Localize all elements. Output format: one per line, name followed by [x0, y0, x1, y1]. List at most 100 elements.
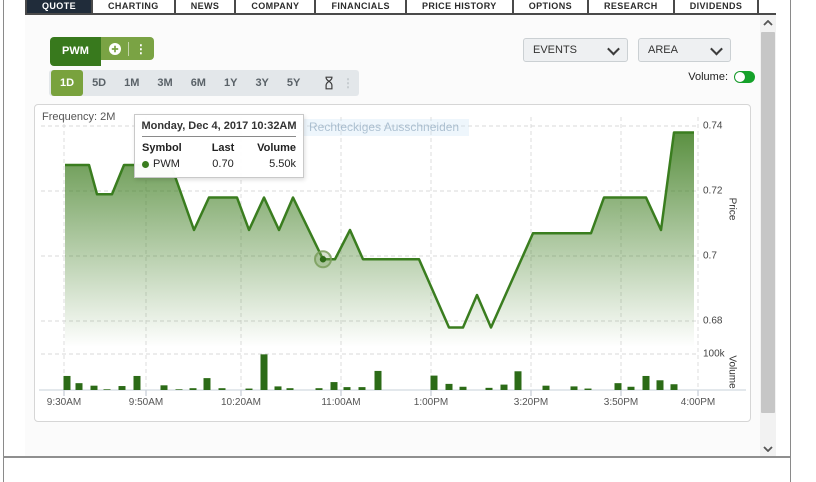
volume-bar [446, 384, 453, 390]
volume-bar [359, 387, 366, 390]
tooltip-table: Symbol Last Volume PWM 0.70 5.50k [135, 137, 303, 177]
tab-charting[interactable]: CHARTING [91, 0, 174, 13]
volume-bar [104, 389, 111, 390]
volume-bar [515, 371, 522, 390]
volume-bar [643, 376, 650, 390]
symbol-menu-icon[interactable]: ⋮ [135, 43, 147, 55]
chart-tooltip: Monday, Dec 4, 2017 10:32AM Symbol Last … [134, 114, 304, 178]
volume-bar [64, 376, 71, 390]
volume-bar [190, 388, 197, 390]
price-axis-title: Price [727, 198, 738, 221]
x-axis-label: 4:00PM [681, 397, 715, 408]
tab-financials[interactable]: FINANCIALS [314, 0, 405, 13]
panel-bottom-rule [3, 456, 790, 458]
price-axis-label: 0.74 [703, 121, 722, 132]
range-button-6m[interactable]: 6M [182, 70, 215, 96]
volume-bar [344, 387, 351, 390]
volume-bar [460, 387, 467, 390]
tooltip-date: Monday, Dec 4, 2017 10:32AM [135, 115, 303, 136]
range-button-3m[interactable]: 3M [148, 70, 181, 96]
volume-bar [571, 386, 578, 390]
range-button-1m[interactable]: 1M [115, 70, 148, 96]
chevron-down-icon [710, 42, 723, 55]
tooltip-last: 0.70 [202, 158, 244, 170]
snip-watermark: Rechteckiges Ausschneiden [283, 119, 469, 136]
volume-bar [671, 384, 678, 390]
range-button-3y[interactable]: 3Y [246, 70, 277, 96]
scrollbar-down-button[interactable] [760, 441, 776, 456]
tooltip-symbol: PWM [153, 158, 180, 170]
page-right-border [790, 0, 791, 482]
events-dropdown[interactable]: EVENTS [523, 38, 628, 62]
volume-bar [176, 389, 183, 390]
scrollbar-up-button[interactable] [760, 15, 776, 30]
volume-axis-label: 100k [703, 349, 725, 360]
symbol-button-group: PWM ⋮ [50, 37, 154, 66]
selected-point-dot [320, 256, 326, 262]
volume-toggle-label: Volume: [688, 71, 728, 83]
range-button-5d[interactable]: 5D [83, 70, 115, 96]
hourglass-icon[interactable] [323, 76, 335, 90]
area-dropdown[interactable]: AREA [638, 38, 731, 62]
tab-quote[interactable]: QUOTE [25, 0, 91, 13]
volume-bar [543, 386, 550, 390]
tools-menu-icon[interactable]: ⋮ [342, 77, 354, 89]
volume-bar [628, 387, 635, 390]
volume-toggle-row: Volume: [625, 71, 755, 83]
x-axis-label: 9:50AM [129, 397, 163, 408]
chevron-up-icon [763, 20, 773, 26]
range-button-5y[interactable]: 5Y [278, 70, 309, 96]
price-axis-label: 0.7 [703, 251, 717, 262]
scrollbar[interactable] [760, 15, 776, 456]
volume-bar [585, 389, 592, 390]
volume-bar [431, 376, 438, 390]
volume-bar [119, 386, 126, 390]
tab-options[interactable]: OPTIONS [512, 0, 587, 13]
x-axis-label: 10:20AM [221, 397, 261, 408]
scrollbar-thumb[interactable] [761, 32, 775, 413]
add-symbol-icon[interactable] [108, 42, 122, 56]
volume-bar [486, 388, 493, 390]
x-axis-label: 1:00PM [414, 397, 448, 408]
volume-bar [275, 386, 282, 390]
volume-bar [204, 378, 211, 390]
volume-bar [76, 383, 83, 390]
quote-panel: PWM ⋮ 1D5D1M3M6M1Y3Y5Y10Y ⋮ EVENTS AREA … [25, 15, 776, 456]
toggle-knob [735, 72, 745, 82]
volume-bar [375, 371, 382, 390]
volume-bar [161, 385, 168, 390]
volume-bar [246, 389, 253, 390]
volume-bar [316, 388, 323, 390]
tab-price-history[interactable]: PRICE HISTORY [405, 0, 512, 13]
range-button-1y[interactable]: 1Y [215, 70, 246, 96]
volume-bar [615, 383, 622, 390]
x-axis-label: 9:30AM [47, 397, 81, 408]
watermark-text: Rechteckiges Ausschneiden [309, 120, 459, 134]
tooltip-col-last: Last [202, 142, 244, 154]
tab-bar: QUOTECHARTINGNEWSCOMPANYFINANCIALSPRICE … [25, 0, 776, 15]
series-dot-icon [142, 161, 149, 168]
volume-bar [219, 388, 226, 390]
frequency-label: Frequency: 2M [42, 111, 115, 123]
range-button-1d[interactable]: 1D [51, 70, 83, 96]
symbol-button[interactable]: PWM [50, 37, 101, 66]
x-axis-label: 3:50PM [604, 397, 638, 408]
events-dropdown-label: EVENTS [533, 44, 577, 56]
chevron-down-icon [607, 42, 620, 55]
tooltip-col-symbol: Symbol [142, 142, 202, 154]
tooltip-col-volume: Volume [244, 142, 296, 154]
volume-toggle[interactable] [734, 71, 755, 83]
chart-tools: ⋮ [318, 70, 359, 96]
page-left-border [3, 0, 4, 482]
volume-axis-title: Volume [727, 355, 738, 388]
divider [128, 42, 129, 56]
price-axis-label: 0.68 [703, 316, 722, 327]
volume-bar [287, 388, 294, 390]
tab-news[interactable]: NEWS [174, 0, 235, 13]
volume-bar [331, 382, 338, 390]
range-selector: 1D5D1M3M6M1Y3Y5Y10Y [49, 70, 349, 96]
volume-bar [261, 354, 268, 390]
tab-dividends[interactable]: DIVIDENDS [673, 0, 760, 13]
tab-company[interactable]: COMPANY [234, 0, 314, 13]
tab-research[interactable]: RESEARCH [587, 0, 673, 13]
